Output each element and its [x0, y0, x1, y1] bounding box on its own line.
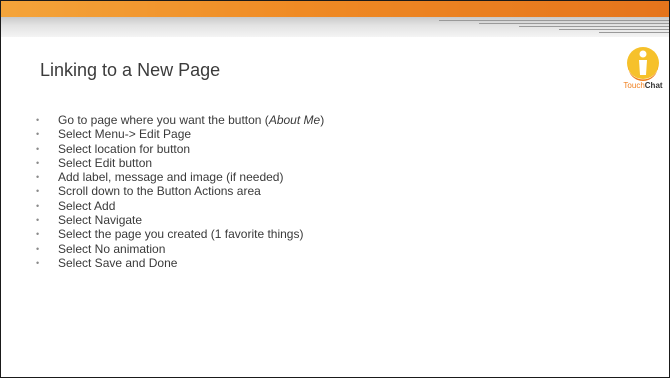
bullet-list: • Go to page where you want the button (A… — [36, 113, 324, 270]
bullet-emphasis: About Me — [268, 113, 321, 127]
bullet-dot-icon: • — [36, 143, 40, 154]
bullet-dot-icon: • — [36, 157, 40, 168]
bullet-item: • Go to page where you want the button (A… — [36, 113, 325, 127]
bullet-item: • Add label, message and image (if needed… — [36, 170, 284, 185]
bullet-dot-icon: • — [36, 186, 40, 197]
bullet-dot-icon: • — [36, 229, 40, 240]
bullet-item: • Select Edit button — [36, 155, 153, 170]
bullet-dot-icon: • — [36, 115, 40, 125]
touchchat-logo-wordmark: TouchChat — [623, 81, 663, 90]
header-accent-bar — [1, 1, 669, 17]
bullet-item: • Select Menu-> Edit Page — [36, 127, 192, 142]
header-decorative-stripes — [439, 17, 669, 37]
bullet-dot-icon: • — [36, 172, 40, 183]
touchchat-logo: TouchChat — [618, 44, 668, 99]
touchchat-logo-icon — [627, 47, 659, 81]
bullet-dot-icon: • — [36, 200, 40, 211]
bullet-item: • Select Navigate — [36, 213, 143, 228]
bullet-dot-icon: • — [36, 129, 40, 140]
slide-title: Linking to a New Page — [40, 60, 221, 80]
bullet-item: • Scroll down to the Button Actions area — [36, 184, 261, 199]
bullet-item: • Select Add — [36, 198, 116, 213]
bullet-item: • Select No animation — [36, 241, 166, 256]
slide: Linking to a New Page TouchChat • Go to p… — [0, 0, 670, 378]
bullet-item: • Select location for button — [36, 141, 191, 156]
bullet-dot-icon: • — [36, 215, 40, 226]
bullet-item: • Select Save and Done — [36, 255, 178, 270]
bullet-item: • Select the page you created (1 favorite… — [36, 227, 304, 242]
bullet-dot-icon: • — [36, 257, 40, 268]
bullet-dot-icon: • — [36, 243, 40, 254]
